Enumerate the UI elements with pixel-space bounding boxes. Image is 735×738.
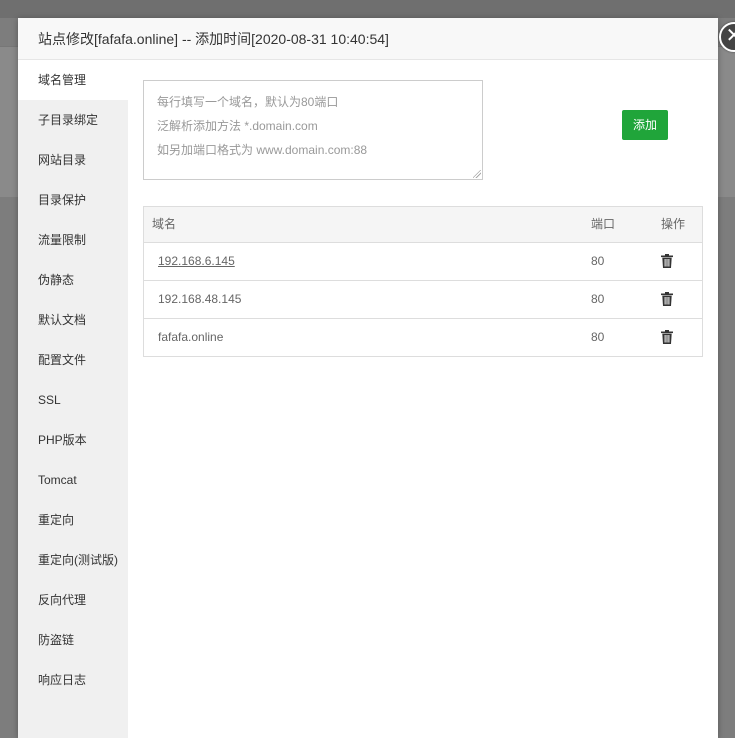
sidebar-item-redirect-beta[interactable]: 重定向(测试版) xyxy=(18,540,128,580)
sidebar-item-default-document[interactable]: 默认文档 xyxy=(18,300,128,340)
trash-icon[interactable] xyxy=(661,292,673,306)
trash-icon[interactable] xyxy=(661,330,673,344)
sidebar-item-hotlink-protection[interactable]: 防盗链 xyxy=(18,620,128,660)
placeholder-line: 如另加端口格式为 www.domain.com:88 xyxy=(157,143,368,157)
sidebar-item-site-directory[interactable]: 网站目录 xyxy=(18,140,128,180)
domain-textarea[interactable]: 每行填写一个域名，默认为80端口 泛解析添加方法 *.domain.com 如另… xyxy=(143,80,483,180)
sidebar-item-config-file[interactable]: 配置文件 xyxy=(18,340,128,380)
port-value: 80 xyxy=(591,292,605,306)
sidebar-item-directory-protection[interactable]: 目录保护 xyxy=(18,180,128,220)
trash-icon[interactable] xyxy=(661,254,673,268)
sidebar-item-rewrite[interactable]: 伪静态 xyxy=(18,260,128,300)
sidebar-item-php-version[interactable]: PHP版本 xyxy=(18,420,128,460)
table-header: 域名 端口 操作 xyxy=(144,207,702,243)
sidebar-item-subdirectory-binding[interactable]: 子目录绑定 xyxy=(18,100,128,140)
site-edit-dialog: 站点修改[fafafa.online] -- 添加时间[2020-08-31 1… xyxy=(18,18,735,738)
domain-link[interactable]: 192.168.6.145 xyxy=(158,243,235,280)
background-topbar xyxy=(0,0,735,18)
settings-sidebar: 域名管理 子目录绑定 网站目录 目录保护 流量限制 伪静态 默认文档 配置文件 … xyxy=(18,60,128,738)
header-port: 端口 xyxy=(591,217,616,231)
dialog-title: 站点修改[fafafa.online] -- 添加时间[2020-08-31 1… xyxy=(18,18,718,60)
add-domain-button[interactable]: 添加 xyxy=(622,110,668,140)
sidebar-item-tomcat[interactable]: Tomcat xyxy=(18,460,128,500)
port-value: 80 xyxy=(591,330,605,344)
sidebar-item-traffic-limit[interactable]: 流量限制 xyxy=(18,220,128,260)
sidebar-item-ssl[interactable]: SSL xyxy=(18,380,128,420)
table-row: 192.168.6.145 80 xyxy=(144,243,702,281)
sidebar-item-redirect[interactable]: 重定向 xyxy=(18,500,128,540)
domain-management-panel: 每行填写一个域名，默认为80端口 泛解析添加方法 *.domain.com 如另… xyxy=(143,60,718,738)
sidebar-item-domain-management[interactable]: 域名管理 xyxy=(18,60,128,100)
domain-value: fafafa.online xyxy=(158,330,224,344)
sidebar-item-response-log[interactable]: 响应日志 xyxy=(18,660,128,700)
header-domain: 域名 xyxy=(152,217,177,231)
header-action: 操作 xyxy=(661,217,686,231)
sidebar-item-reverse-proxy[interactable]: 反向代理 xyxy=(18,580,128,620)
placeholder-line: 泛解析添加方法 *.domain.com xyxy=(157,119,318,133)
domain-value: 192.168.48.145 xyxy=(158,292,242,306)
table-row: 192.168.48.145 80 xyxy=(144,281,702,319)
placeholder-line: 每行填写一个域名，默认为80端口 xyxy=(157,95,339,109)
resize-handle-icon[interactable] xyxy=(473,170,481,178)
port-value: 80 xyxy=(591,254,605,268)
table-row: fafafa.online 80 xyxy=(144,319,702,356)
domain-table: 域名 端口 操作 192.168.6.145 80 192.168.48.145 xyxy=(143,206,703,357)
